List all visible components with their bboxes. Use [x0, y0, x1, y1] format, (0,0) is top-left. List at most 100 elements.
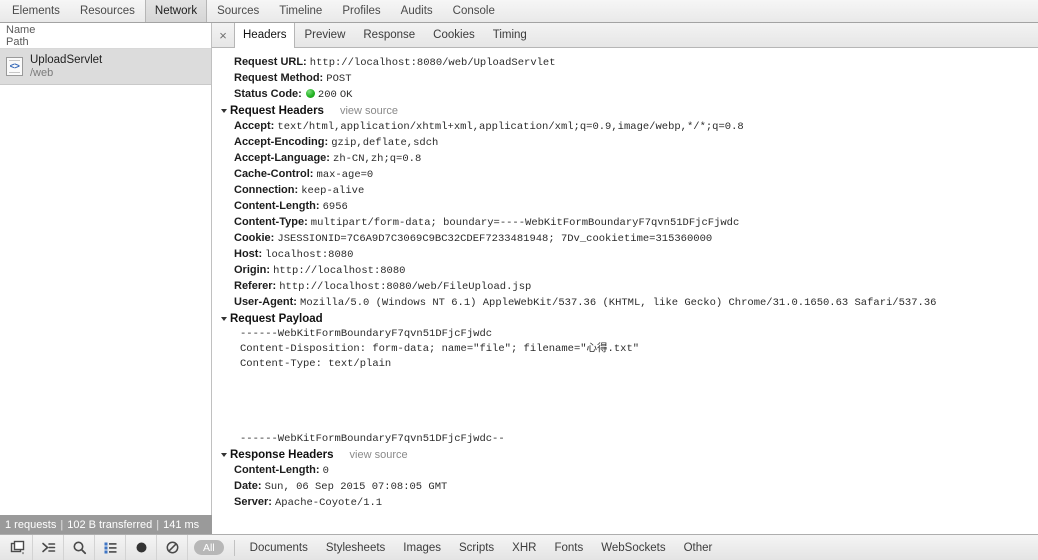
requests-column-header: Name Path — [0, 23, 211, 49]
response-header-row: Content-Length: 0 — [222, 463, 1038, 479]
filter-stylesheets[interactable]: Stylesheets — [317, 542, 394, 554]
request-url-row: Request URL: http://localhost:8080/web/U… — [222, 55, 1038, 71]
response-header-row-value: 0 — [322, 465, 329, 477]
request-headers-section[interactable]: Request Headers view source — [221, 103, 1038, 119]
filter-documents[interactable]: Documents — [241, 542, 317, 554]
status-ok-dot-icon — [305, 89, 315, 98]
request-payload-line — [222, 402, 1038, 432]
summary-requests: 1 requests — [5, 518, 57, 531]
detail-tab-cookies[interactable]: Cookies — [424, 23, 484, 47]
filter-websockets[interactable]: WebSockets — [592, 542, 674, 554]
filter-images[interactable]: Images — [394, 542, 450, 554]
request-header-row: Accept-Language: zh-CN,zh;q=0.8 — [222, 151, 1038, 167]
request-header-row: Content-Length: 6956 — [222, 199, 1038, 215]
dock-side-icon[interactable] — [2, 535, 33, 560]
large-rows-icon[interactable] — [95, 535, 126, 560]
disclosure-triangle-icon[interactable] — [221, 317, 227, 321]
panel-tab-network[interactable]: Network — [144, 0, 208, 22]
requests-list-empty-area[interactable] — [0, 85, 211, 534]
request-payload-line: ------WebKitFormBoundaryF7qvn51DFjcFjwdc… — [240, 433, 505, 445]
filter-scripts[interactable]: Scripts — [450, 542, 503, 554]
request-url-row-key: Request URL: — [234, 56, 307, 68]
record-icon[interactable] — [126, 535, 157, 560]
document-code-icon-glyph: <> — [8, 61, 21, 72]
summary-separator-2: | — [156, 518, 160, 531]
request-detail-pane: × Headers Preview Response Cookies Timing Re… — [212, 23, 1038, 534]
panel-tab-profiles[interactable]: Profiles — [332, 0, 390, 22]
panel-tab-timeline[interactable]: Timeline — [269, 0, 332, 22]
request-header-row: Host: localhost:8080 — [222, 247, 1038, 263]
statusbar-divider — [233, 539, 235, 556]
panel-tab-elements[interactable]: Elements — [2, 0, 70, 22]
request-header-row: Connection: keep-alive — [222, 183, 1038, 199]
resource-type-filters: Documents Stylesheets Images Scripts XHR Font… — [241, 542, 722, 554]
detail-tabbar: × Headers Preview Response Cookies Timing — [212, 23, 1038, 48]
response-headers-section-view-source-link[interactable]: view source — [350, 447, 408, 463]
request-header-row: User-Agent: Mozilla/5.0 (Windows NT 6.1)… — [222, 295, 1038, 311]
request-header-row-key: Content-Type: — [234, 216, 308, 228]
response-header-row: Date: Sun, 06 Sep 2015 07:08:05 GMT — [222, 479, 1038, 495]
request-header-row-key: Referer: — [234, 280, 277, 292]
filter-all-button[interactable]: All — [194, 540, 224, 555]
detail-tab-timing[interactable]: Timing — [484, 23, 536, 47]
response-headers-section[interactable]: Response Headers view source — [221, 447, 1038, 463]
request-method-row: Request Method: POST — [222, 71, 1038, 87]
status-code-text: OK — [339, 89, 353, 101]
request-header-row: Content-Type: multipart/form-data; bound… — [222, 215, 1038, 231]
request-payload-line: Content-Type: text/plain — [240, 358, 392, 370]
response-header-row-key: Date: — [234, 480, 262, 492]
status-code-value: 200 — [317, 89, 337, 101]
request-header-row-value: zh-CN,zh;q=0.8 — [333, 153, 422, 165]
request-header-row: Accept: text/html,application/xhtml+xml,… — [222, 119, 1038, 135]
main-split: Name Path <> UploadServlet /web × Header… — [0, 23, 1038, 534]
request-header-row: Cookie: JSESSIONID=7C6A9D7C3069C9BC32CDE… — [222, 231, 1038, 247]
request-header-row-key: Content-Length: — [234, 200, 320, 212]
request-payload-line: Content-Disposition: form-data; name="fi… — [240, 343, 640, 355]
disclosure-triangle-icon[interactable] — [221, 109, 227, 113]
request-labels: UploadServlet /web — [30, 54, 102, 80]
request-header-row: Origin: http://localhost:8080 — [222, 263, 1038, 279]
request-header-row-value: Mozilla/5.0 (Windows NT 6.1) AppleWebKit… — [300, 297, 937, 309]
search-icon[interactable] — [64, 535, 95, 560]
request-path: /web — [30, 66, 54, 79]
filter-other[interactable]: Other — [675, 542, 722, 554]
request-header-row-key: Accept: — [234, 120, 275, 132]
request-headers-section-label: Request Headers — [230, 105, 324, 117]
clear-icon[interactable] — [157, 535, 188, 560]
panel-tab-sources[interactable]: Sources — [207, 0, 269, 22]
request-payload-section[interactable]: Request Payload — [221, 311, 1038, 327]
close-icon[interactable]: × — [212, 23, 234, 47]
panel-tab-audits[interactable]: Audits — [391, 0, 443, 22]
detail-tab-response[interactable]: Response — [354, 23, 424, 47]
response-header-row: Server: Apache-Coyote/1.1 — [222, 495, 1038, 511]
request-header-row-value: localhost:8080 — [265, 249, 354, 261]
column-header-path: Path — [6, 36, 29, 48]
console-drawer-icon[interactable] — [33, 535, 64, 560]
summary-transferred: 102 B transferred — [67, 518, 153, 531]
column-header-name: Name — [6, 24, 36, 36]
panel-tab-resources[interactable]: Resources — [70, 0, 145, 22]
request-header-row-value: http://localhost:8080/web/FileUpload.jsp — [279, 281, 532, 293]
request-list-item[interactable]: <> UploadServlet /web — [0, 49, 211, 85]
request-header-row-key: Origin: — [234, 264, 271, 276]
filter-fonts[interactable]: Fonts — [545, 542, 592, 554]
response-header-row-key: Content-Length: — [234, 464, 320, 476]
devtools-window: Elements Resources Network Sources Timeline P… — [0, 0, 1038, 560]
request-headers-section-view-source-link[interactable]: view source — [340, 103, 398, 119]
disclosure-triangle-icon[interactable] — [221, 453, 227, 457]
detail-tab-preview[interactable]: Preview — [295, 23, 354, 47]
request-header-row-value: gzip,deflate,sdch — [331, 137, 439, 149]
request-payload-section-label: Request Payload — [230, 313, 323, 325]
request-header-row-value: JSESSIONID=7C6A9D7C3069C9BC32CDEF7233481… — [277, 233, 713, 245]
summary-separator-1: | — [60, 518, 64, 531]
request-header-row-key: Host: — [234, 248, 263, 260]
detail-tab-headers[interactable]: Headers — [234, 23, 296, 48]
bottom-statusbar: All Documents Stylesheets Images Scripts XHR… — [0, 534, 1038, 560]
filter-xhr[interactable]: XHR — [503, 542, 545, 554]
status-code-key: Status Code: — [234, 88, 302, 100]
request-header-row-key: Cache-Control: — [234, 168, 314, 180]
detail-tabs: Headers Preview Response Cookies Timing — [234, 23, 536, 48]
network-requests-sidebar: Name Path <> UploadServlet /web — [0, 23, 212, 534]
panel-tab-console[interactable]: Console — [443, 0, 505, 22]
request-header-row: Accept-Encoding: gzip,deflate,sdch — [222, 135, 1038, 151]
